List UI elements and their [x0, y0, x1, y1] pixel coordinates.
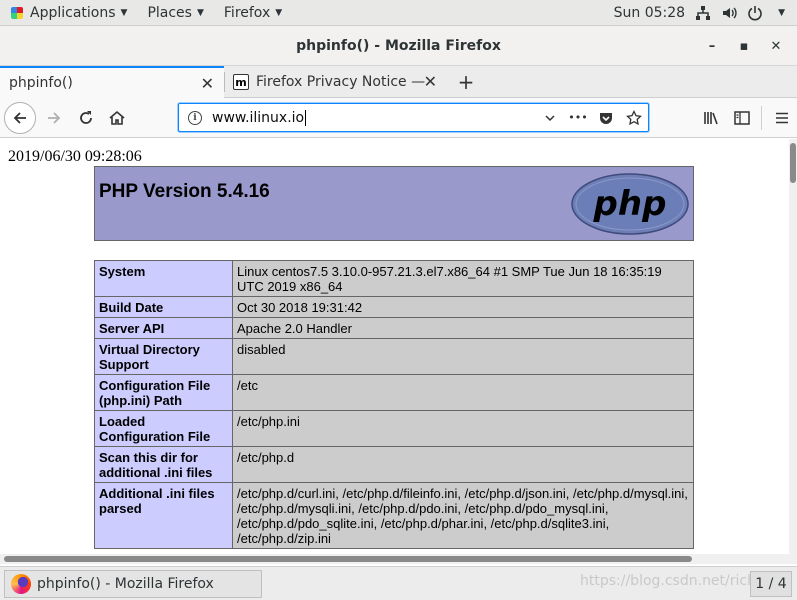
taskbar-item-label: phpinfo() - Mozilla Firefox	[37, 576, 214, 592]
close-tab-icon[interactable]: ✕	[424, 72, 437, 91]
config-key: Build Date	[94, 296, 233, 318]
window-list-taskbar: phpinfo() - Mozilla Firefox https://blog…	[0, 566, 797, 600]
page-actions-button[interactable]: •••	[564, 111, 592, 124]
table-row: Additional .ini files parsed/etc/php.d/c…	[94, 482, 694, 549]
tab-firefox-privacy-notice[interactable]: m Firefox Privacy Notice — ✕	[225, 66, 447, 98]
open-menu-button[interactable]	[770, 106, 794, 130]
applications-label: Applications	[30, 4, 116, 21]
table-row: Virtual Directory Support disabled	[94, 338, 694, 375]
url-dropdown-button[interactable]	[536, 112, 564, 124]
mozilla-favicon-icon: m	[233, 74, 249, 90]
system-menu[interactable]: ▼	[695, 5, 797, 21]
chevron-down-icon: ▼	[196, 7, 204, 18]
table-row: Configuration File (php.ini) Path/etc	[94, 374, 694, 411]
library-icon	[704, 112, 718, 125]
home-icon	[109, 110, 125, 125]
chevron-down-icon: ▼	[778, 7, 785, 18]
gnome-top-bar: Applications ▼ Places ▼ Firefox ▼ Sun 05…	[0, 0, 797, 26]
library-button[interactable]	[699, 106, 723, 130]
config-key: Additional .ini files parsed	[94, 482, 233, 549]
config-value: /etc	[232, 374, 694, 411]
php-version-header: PHP Version 5.4.16 php	[94, 166, 694, 241]
places-label: Places	[147, 4, 192, 21]
places-menu[interactable]: Places ▼	[137, 0, 213, 26]
config-value: Linux centos7.5 3.10.0-957.21.3.el7.x86_…	[232, 260, 694, 297]
home-button[interactable]	[105, 106, 129, 130]
config-value: /etc/php.d	[232, 446, 694, 483]
vertical-scrollbar-thumb[interactable]	[790, 143, 796, 183]
config-value: Oct 30 2018 19:31:42	[232, 296, 694, 318]
page-content[interactable]: 2019/06/30 09:28:06 PHP Version 5.4.16 p…	[0, 139, 789, 554]
tab-label: Firefox Privacy Notice —	[256, 74, 426, 90]
maximize-button[interactable]: ▪	[731, 33, 757, 59]
table-row: System Linux centos7.5 3.10.0-957.21.3.el…	[94, 260, 694, 297]
config-value: disabled	[232, 338, 694, 375]
sidebar-icon	[734, 111, 750, 125]
tab-phpinfo[interactable]: phpinfo() ✕	[0, 66, 224, 98]
reload-icon	[80, 111, 92, 124]
close-window-button[interactable]: ✕	[763, 33, 789, 59]
volume-icon	[721, 5, 737, 21]
tab-strip: phpinfo() ✕ m Firefox Privacy Notice — ✕…	[0, 66, 797, 98]
php-logo[interactable]: php	[571, 173, 689, 235]
config-key: System	[94, 260, 233, 297]
bookmark-button[interactable]	[620, 109, 648, 126]
firefox-app-menu[interactable]: Firefox ▼	[214, 0, 292, 26]
firefox-app-label: Firefox	[223, 4, 271, 21]
star-icon	[626, 109, 642, 125]
php-logo-text: php	[593, 184, 667, 224]
config-key: Scan this dir for additional .ini files	[94, 446, 233, 483]
page-datetime: 2019/06/30 09:28:06	[8, 148, 142, 165]
forward-button[interactable]	[42, 106, 66, 130]
config-key: Virtual Directory Support	[94, 338, 233, 375]
vertical-scrollbar[interactable]	[789, 139, 797, 554]
config-value: /etc/php.d/curl.ini, /etc/php.d/fileinfo…	[232, 482, 694, 549]
config-value: /etc/php.ini	[232, 410, 694, 447]
pocket-button[interactable]	[592, 110, 620, 126]
table-row: Server API Apache 2.0 Handler	[94, 317, 694, 339]
config-key: Loaded Configuration File	[94, 410, 233, 447]
minimize-button[interactable]: –	[699, 33, 725, 59]
chevron-down-icon	[545, 114, 555, 121]
power-icon	[747, 5, 763, 21]
taskbar-item-firefox[interactable]: phpinfo() - Mozilla Firefox	[4, 570, 262, 598]
site-info-icon[interactable]: i	[188, 110, 202, 125]
config-value: Apache 2.0 Handler	[232, 317, 694, 339]
window-title-bar[interactable]: phpinfo() - Mozilla Firefox – ▪ ✕	[0, 26, 797, 66]
applications-menu[interactable]: Applications ▼	[0, 0, 137, 26]
php-version-title: PHP Version 5.4.16	[99, 181, 270, 202]
url-bar[interactable]: i www.ilinux.io •••	[178, 103, 649, 132]
table-row: Scan this dir for additional .ini files /…	[94, 446, 694, 483]
table-row: Build Date Oct 30 2018 19:31:42	[94, 296, 694, 318]
new-tab-button[interactable]: +	[452, 67, 480, 97]
network-icon	[695, 5, 711, 21]
navigation-toolbar: i www.ilinux.io •••	[0, 98, 797, 138]
chevron-down-icon: ▼	[275, 7, 283, 18]
firefox-icon	[11, 574, 31, 594]
clock[interactable]: Sun 05:28	[604, 0, 695, 26]
arrow-right-icon	[48, 112, 61, 124]
applications-icon	[10, 6, 24, 20]
watermark-text: https://blog.csdn.net/richolc	[580, 573, 777, 589]
window-title: phpinfo() - Mozilla Firefox	[296, 37, 501, 54]
sidebar-button[interactable]	[730, 106, 754, 130]
config-key: Configuration File (php.ini) Path	[94, 374, 233, 411]
back-button[interactable]	[4, 102, 36, 134]
workspace-pager[interactable]: 1 / 4	[750, 571, 792, 597]
reload-button[interactable]	[74, 106, 98, 130]
tab-label: phpinfo()	[9, 75, 73, 91]
config-key: Server API	[94, 317, 233, 339]
hamburger-menu-icon	[776, 112, 788, 124]
url-text[interactable]: www.ilinux.io	[212, 110, 304, 126]
horizontal-scrollbar[interactable]	[0, 554, 797, 564]
pocket-icon	[600, 112, 612, 124]
arrow-left-icon	[13, 112, 26, 124]
table-row: Loaded Configuration File/etc/php.ini	[94, 410, 694, 447]
horizontal-scrollbar-thumb[interactable]	[4, 556, 692, 562]
php-config-table: System Linux centos7.5 3.10.0-957.21.3.el…	[94, 260, 694, 549]
chevron-down-icon: ▼	[120, 7, 128, 18]
close-tab-icon[interactable]: ✕	[201, 74, 214, 93]
